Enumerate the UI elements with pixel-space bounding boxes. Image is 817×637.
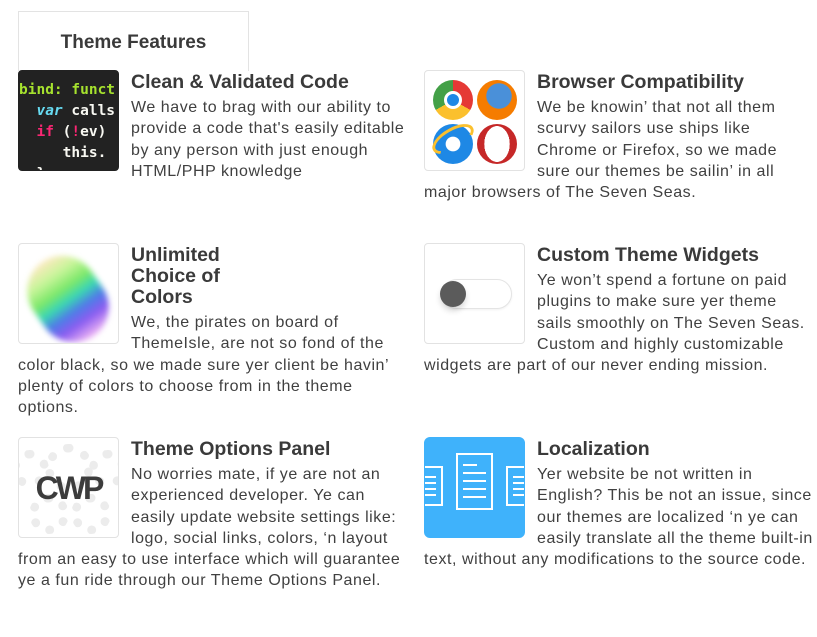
feature-clean-code: bind: funct var calls if (!ev) this. } C… — [18, 70, 408, 182]
feature-browser-compatibility: Browser Compatibility We be knowin’ that… — [424, 70, 814, 203]
document-icon — [456, 453, 493, 510]
toggle-knob — [440, 281, 466, 307]
cwp-logo-icon: CWP — [18, 437, 119, 538]
cwp-logo-text: CWP — [35, 470, 105, 506]
document-icon — [425, 466, 443, 506]
code-line: var — [19, 103, 63, 119]
toggle-switch-icon — [424, 243, 525, 344]
documents-icon — [424, 437, 525, 538]
opera-icon — [477, 124, 517, 164]
feature-colors: Unlimited Choice of Colors We, the pirat… — [18, 243, 403, 418]
feature-options-panel: CWP Theme Options Panel No worries mate,… — [18, 437, 403, 592]
internet-explorer-icon — [427, 117, 479, 164]
feature-localization: Localization Yer website be not written … — [424, 437, 814, 570]
code-snippet-icon: bind: funct var calls if (!ev) this. } — [18, 70, 119, 171]
color-blob — [19, 244, 118, 343]
tab-label: Theme Features — [60, 32, 207, 53]
tab-theme-features[interactable]: Theme Features — [18, 11, 249, 71]
firefox-icon — [477, 80, 517, 120]
code-line: } — [19, 166, 45, 170]
document-icon — [506, 466, 524, 506]
code-line: if — [19, 124, 54, 140]
feature-widgets: Custom Theme Widgets Ye won’t spend a fo… — [424, 243, 814, 376]
chrome-icon — [433, 80, 473, 120]
browsers-icon — [424, 70, 525, 171]
color-palette-icon — [18, 243, 119, 344]
code-line: bind: funct — [19, 82, 116, 98]
code-line: this. — [19, 145, 107, 161]
